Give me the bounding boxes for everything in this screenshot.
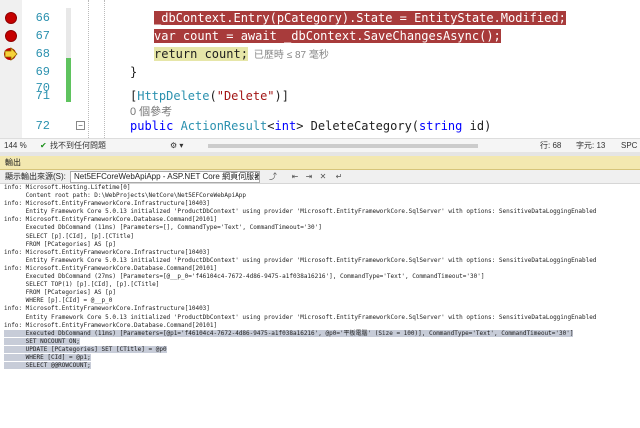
editor-status-bar: 144 % ✔ 找不到任何問題 ⚙ ▾ 行: 68 字元: 13 SPC	[0, 138, 640, 152]
output-line: Entity Framework Core 5.0.13 initialized…	[4, 257, 640, 265]
output-line: WHERE [p].[CId] = @__p_0	[4, 297, 640, 305]
output-line-text: info: Microsoft.Hosting.Lifetime[0]	[4, 184, 131, 191]
output-line-text: info: Microsoft.EntityFrameworkCore.Infr…	[4, 248, 210, 256]
output-line: info: Microsoft.EntityFrameworkCore.Infr…	[4, 200, 640, 208]
output-line: UPDATE [PCategories] SET [CTitle] = @p0	[4, 345, 640, 354]
code-editor[interactable]: 66 _dbContext.Entry(pCategory).State = En…	[0, 0, 640, 138]
line-number: 66	[35, 11, 50, 25]
output-line-text: info: Microsoft.EntityFrameworkCore.Infr…	[4, 305, 210, 313]
code-token: <	[267, 119, 275, 133]
output-line: info: Microsoft.EntityFrameworkCore.Infr…	[4, 305, 640, 313]
show-output-label: 顯示輸出來源(S):	[5, 172, 66, 181]
code-line[interactable]: 66 _dbContext.Entry(pCategory).State = En…	[0, 8, 640, 28]
output-line-text: Content root path: D:\WebProjects\NetCor…	[4, 192, 247, 200]
line-number: 72	[35, 119, 50, 133]
chevron-down-icon[interactable]: ▾	[252, 172, 262, 182]
output-source-value: Net5EFCoreWebApiApp - ASP.NET Core 網頁伺服器	[74, 172, 260, 181]
code-token: int	[274, 119, 297, 133]
breakpoint-icon[interactable]	[5, 30, 17, 42]
output-line: SELECT [p].[CId], [p].[CTitle]	[4, 233, 640, 241]
line-indicator: 行: 68	[540, 141, 562, 150]
output-line: FROM [PCategories] AS [p]	[4, 241, 640, 249]
output-text-area[interactable]: info: Microsoft.Hosting.Lifetime[0] Cont…	[0, 184, 640, 428]
output-line: Executed DbCommand (27ms) [Parameters=[@…	[4, 273, 640, 281]
current-statement-icon[interactable]	[3, 47, 19, 61]
word-wrap-icon[interactable]: ↵	[334, 172, 344, 182]
find-icon[interactable]: ⇤	[290, 172, 300, 182]
output-pane-title: 輸出	[0, 156, 640, 170]
collapse-icon[interactable]: −	[76, 121, 85, 130]
code-token: > DeleteCategory(	[296, 119, 420, 133]
output-line-text: FROM [PCategories] AS [p]	[4, 289, 116, 297]
zoom-level[interactable]: 144 %	[4, 139, 27, 152]
output-line-text: FROM [PCategories] AS [p]	[4, 240, 116, 248]
output-line: info: Microsoft.EntityFrameworkCore.Infr…	[4, 249, 640, 257]
code-line[interactable]: 72 public ActionResult<int> DeleteCategor…	[0, 116, 640, 136]
clear-all-icon[interactable]: ✕	[318, 172, 328, 182]
output-toolbar: 顯示輸出來源(S): Net5EFCoreWebApiApp - ASP.NET…	[0, 170, 640, 184]
output-title: 輸出	[5, 158, 21, 167]
code-text[interactable]: var count = await _dbContext.SaveChanges…	[154, 26, 501, 46]
next-message-icon[interactable]: ⇥	[304, 172, 314, 182]
output-line-text: SET NOCOUNT ON;	[4, 337, 80, 345]
output-line-text: UPDATE [PCategories] SET [CTitle] = @p0	[4, 345, 167, 353]
output-line-text: Executed DbCommand (27ms) [Parameters=[@…	[4, 273, 485, 281]
output-line-text: Executed DbCommand (11ms) [Parameters=[]…	[4, 224, 322, 232]
output-line: Executed DbCommand (11ms) [Parameters=[@…	[4, 329, 640, 338]
code-token: }	[130, 65, 138, 79]
output-line: Entity Framework Core 5.0.13 initialized…	[4, 208, 640, 216]
output-line-text: info: Microsoft.EntityFrameworkCore.Infr…	[4, 200, 210, 208]
output-line: info: Microsoft.EntityFrameworkCore.Data…	[4, 265, 640, 273]
line-number: 68	[35, 47, 50, 61]
output-line-text: Entity Framework Core 5.0.13 initialized…	[4, 208, 597, 216]
output-line: FROM [PCategories] AS [p]	[4, 289, 640, 297]
filter-icon[interactable]: ⚙ ▾	[170, 139, 183, 152]
previous-message-icon[interactable]: ⤴	[268, 172, 278, 182]
change-marker	[66, 8, 71, 28]
output-line-text: SELECT [p].[CId], [p].[CTitle]	[4, 232, 135, 240]
output-line-text: Entity Framework Core 5.0.13 initialized…	[4, 256, 597, 264]
issues-status[interactable]: 找不到任何問題	[50, 139, 106, 152]
output-line-text: Entity Framework Core 5.0.13 initialized…	[4, 313, 597, 321]
output-line-text: SELECT @@ROWCOUNT;	[4, 362, 91, 370]
output-line: info: Microsoft.EntityFrameworkCore.Data…	[4, 216, 640, 224]
code-token: string	[419, 119, 463, 133]
code-token: id)	[462, 119, 492, 133]
code-line[interactable]: 67 var count = await _dbContext.SaveChang…	[0, 26, 640, 46]
output-line-text: info: Microsoft.EntityFrameworkCore.Data…	[4, 321, 218, 329]
output-line-text: info: Microsoft.EntityFrameworkCore.Data…	[4, 216, 218, 224]
output-line-text: info: Microsoft.EntityFrameworkCore.Data…	[4, 264, 218, 272]
mode-indicator: SPC	[621, 141, 638, 150]
output-line: SET NOCOUNT ON;	[4, 337, 640, 346]
code-line[interactable]: 68 return count; 已歷時 ≤ 87 毫秒	[0, 44, 640, 64]
code-text[interactable]: _dbContext.Entry(pCategory).State = Enti…	[154, 8, 566, 28]
output-line: SELECT TOP(1) [p].[CId], [p].[CTitle]	[4, 281, 640, 289]
perf-tip[interactable]: 已歷時 ≤ 87 毫秒	[254, 50, 329, 61]
change-marker	[66, 26, 71, 46]
output-line-text: WHERE [p].[CId] = @__p_0	[4, 297, 113, 305]
output-line: Entity Framework Core 5.0.13 initialized…	[4, 314, 640, 322]
output-line: info: Microsoft.EntityFrameworkCore.Data…	[4, 322, 640, 330]
code-token: var count = await _dbContext.SaveChanges…	[154, 29, 501, 43]
output-line-text: WHERE [CId] = @p1;	[4, 353, 91, 361]
output-line: Content root path: D:\WebProjects\NetCor…	[4, 192, 640, 200]
line-number: 67	[35, 29, 50, 43]
output-line-text: SELECT TOP(1) [p].[CId], [p].[CTitle]	[4, 281, 160, 289]
output-line: Executed DbCommand (11ms) [Parameters=[]…	[4, 224, 640, 232]
char-indicator: 字元: 13	[576, 141, 606, 150]
output-line: SELECT @@ROWCOUNT;	[4, 362, 640, 370]
code-token: _dbContext.Entry(pCategory).State = Enti…	[154, 11, 566, 25]
output-line: info: Microsoft.Hosting.Lifetime[0]	[4, 184, 640, 192]
code-text[interactable]: public ActionResult<int> DeleteCategory(…	[130, 116, 491, 136]
code-token: return count;	[154, 47, 248, 61]
change-marker	[66, 58, 71, 102]
output-line-text: Executed DbCommand (11ms) [Parameters=[@…	[4, 329, 574, 337]
output-source-select[interactable]: Net5EFCoreWebApiApp - ASP.NET Core 網頁伺服器	[70, 171, 260, 183]
code-token: public	[130, 119, 181, 133]
output-line: WHERE [CId] = @p1;	[4, 353, 640, 362]
horizontal-scrollbar[interactable]	[208, 144, 478, 148]
code-token: ActionResult	[180, 119, 268, 133]
breakpoint-icon[interactable]	[5, 12, 17, 24]
check-icon: ✔	[40, 141, 47, 150]
